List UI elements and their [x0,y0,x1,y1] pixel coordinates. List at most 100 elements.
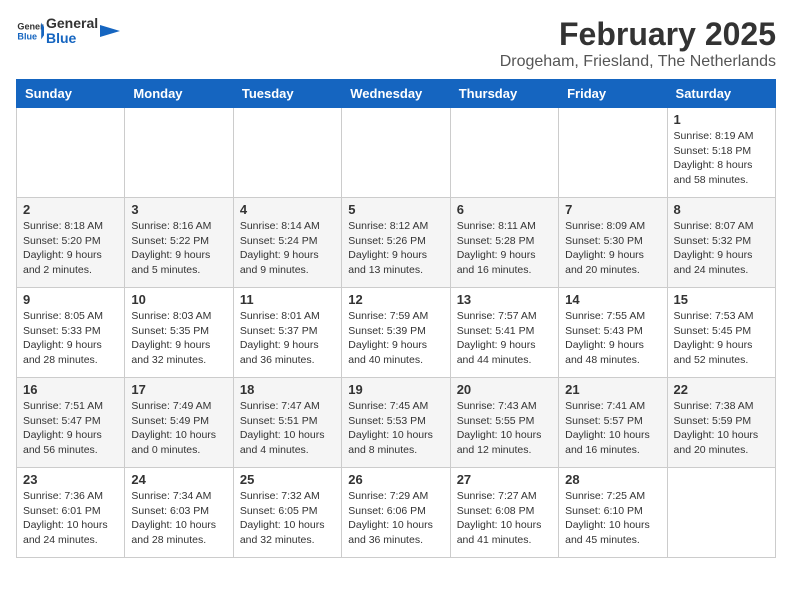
weekday-header-friday: Friday [559,80,667,108]
calendar-cell: 18 Sunrise: 7:47 AM Sunset: 5:51 PM Dayli… [233,378,341,468]
calendar-cell: 25 Sunrise: 7:32 AM Sunset: 6:05 PM Dayli… [233,468,341,558]
calendar-cell: 22Sunrise: 7:38 AM Sunset: 5:59 PM Dayli… [667,378,775,468]
day-info: Sunrise: 8:03 AM Sunset: 5:35 PM Dayligh… [131,309,226,368]
week-row-5: 23 Sunrise: 7:36 AM Sunset: 6:01 PM Dayli… [17,468,776,558]
calendar-cell: 27 Sunrise: 7:27 AM Sunset: 6:08 PM Dayli… [450,468,558,558]
calendar-cell: 7 Sunrise: 8:09 AM Sunset: 5:30 PM Daylig… [559,198,667,288]
day-info: Sunrise: 7:38 AM Sunset: 5:59 PM Dayligh… [674,399,769,458]
day-number: 14 [565,292,660,307]
day-number: 18 [240,382,335,397]
calendar-cell: 4Sunrise: 8:14 AM Sunset: 5:24 PM Daylig… [233,198,341,288]
weekday-header-thursday: Thursday [450,80,558,108]
day-info: Sunrise: 7:29 AM Sunset: 6:06 PM Dayligh… [348,489,443,548]
day-info: Sunrise: 8:14 AM Sunset: 5:24 PM Dayligh… [240,219,335,278]
svg-text:Blue: Blue [17,32,37,42]
calendar-cell [342,108,450,198]
calendar-cell: 23 Sunrise: 7:36 AM Sunset: 6:01 PM Dayli… [17,468,125,558]
svg-text:General: General [17,22,44,32]
day-info: Sunrise: 7:45 AM Sunset: 5:53 PM Dayligh… [348,399,443,458]
day-info: Sunrise: 7:34 AM Sunset: 6:03 PM Dayligh… [131,489,226,548]
day-info: Sunrise: 7:57 AM Sunset: 5:41 PM Dayligh… [457,309,552,368]
day-info: Sunrise: 8:05 AM Sunset: 5:33 PM Dayligh… [23,309,118,368]
day-info: Sunrise: 7:32 AM Sunset: 6:05 PM Dayligh… [240,489,335,548]
day-info: Sunrise: 7:53 AM Sunset: 5:45 PM Dayligh… [674,309,769,368]
week-row-1: 1Sunrise: 8:19 AM Sunset: 5:18 PM Daylig… [17,108,776,198]
logo-icon: General Blue [16,17,44,45]
day-info: Sunrise: 7:25 AM Sunset: 6:10 PM Dayligh… [565,489,660,548]
calendar-table: SundayMondayTuesdayWednesdayThursdayFrid… [16,79,776,558]
week-row-3: 9 Sunrise: 8:05 AM Sunset: 5:33 PM Daylig… [17,288,776,378]
day-number: 2 [23,202,118,217]
title-block: February 2025 Drogeham, Friesland, The N… [500,16,776,71]
month-year-title: February 2025 [500,16,776,53]
calendar-cell: 1Sunrise: 8:19 AM Sunset: 5:18 PM Daylig… [667,108,775,198]
day-number: 8 [674,202,769,217]
week-row-2: 2 Sunrise: 8:18 AM Sunset: 5:20 PM Daylig… [17,198,776,288]
calendar-cell: 26 Sunrise: 7:29 AM Sunset: 6:06 PM Dayli… [342,468,450,558]
calendar-cell [125,108,233,198]
day-number: 3 [131,202,226,217]
day-number: 11 [240,292,335,307]
day-info: Sunrise: 7:41 AM Sunset: 5:57 PM Dayligh… [565,399,660,458]
day-number: 25 [240,472,335,487]
calendar-cell: 19 Sunrise: 7:45 AM Sunset: 5:53 PM Dayli… [342,378,450,468]
location-subtitle: Drogeham, Friesland, The Netherlands [500,53,776,71]
weekday-header-monday: Monday [125,80,233,108]
calendar-cell: 21 Sunrise: 7:41 AM Sunset: 5:57 PM Dayli… [559,378,667,468]
calendar-cell: 14 Sunrise: 7:55 AM Sunset: 5:43 PM Dayli… [559,288,667,378]
day-number: 15 [674,292,769,307]
day-info: Sunrise: 7:59 AM Sunset: 5:39 PM Dayligh… [348,309,443,368]
day-number: 26 [348,472,443,487]
day-number: 7 [565,202,660,217]
day-info: Sunrise: 7:43 AM Sunset: 5:55 PM Dayligh… [457,399,552,458]
calendar-cell: 24 Sunrise: 7:34 AM Sunset: 6:03 PM Dayli… [125,468,233,558]
calendar-cell [450,108,558,198]
week-row-4: 16 Sunrise: 7:51 AM Sunset: 5:47 PM Dayli… [17,378,776,468]
weekday-header-saturday: Saturday [667,80,775,108]
logo: General Blue General Blue [16,16,120,47]
day-number: 19 [348,382,443,397]
calendar-cell [17,108,125,198]
day-number: 21 [565,382,660,397]
day-number: 28 [565,472,660,487]
calendar-cell: 5 Sunrise: 8:12 AM Sunset: 5:26 PM Daylig… [342,198,450,288]
calendar-cell [667,468,775,558]
day-info: Sunrise: 8:18 AM Sunset: 5:20 PM Dayligh… [23,219,118,278]
calendar-cell: 2 Sunrise: 8:18 AM Sunset: 5:20 PM Daylig… [17,198,125,288]
calendar-cell: 8Sunrise: 8:07 AM Sunset: 5:32 PM Daylig… [667,198,775,288]
day-info: Sunrise: 8:11 AM Sunset: 5:28 PM Dayligh… [457,219,552,278]
day-number: 13 [457,292,552,307]
day-number: 23 [23,472,118,487]
weekday-header-tuesday: Tuesday [233,80,341,108]
day-info: Sunrise: 7:36 AM Sunset: 6:01 PM Dayligh… [23,489,118,548]
calendar-cell: 17 Sunrise: 7:49 AM Sunset: 5:49 PM Dayli… [125,378,233,468]
calendar-cell: 3Sunrise: 8:16 AM Sunset: 5:22 PM Daylig… [125,198,233,288]
weekday-header-row: SundayMondayTuesdayWednesdayThursdayFrid… [17,80,776,108]
day-info: Sunrise: 7:49 AM Sunset: 5:49 PM Dayligh… [131,399,226,458]
day-number: 16 [23,382,118,397]
weekday-header-wednesday: Wednesday [342,80,450,108]
day-info: Sunrise: 8:12 AM Sunset: 5:26 PM Dayligh… [348,219,443,278]
day-number: 17 [131,382,226,397]
page-header: General Blue General Blue February 2025 … [16,16,776,71]
day-info: Sunrise: 7:27 AM Sunset: 6:08 PM Dayligh… [457,489,552,548]
day-info: Sunrise: 7:47 AM Sunset: 5:51 PM Dayligh… [240,399,335,458]
day-number: 9 [23,292,118,307]
day-info: Sunrise: 8:09 AM Sunset: 5:30 PM Dayligh… [565,219,660,278]
calendar-cell [233,108,341,198]
day-info: Sunrise: 7:55 AM Sunset: 5:43 PM Dayligh… [565,309,660,368]
calendar-cell [559,108,667,198]
calendar-cell: 13 Sunrise: 7:57 AM Sunset: 5:41 PM Dayli… [450,288,558,378]
day-info: Sunrise: 8:19 AM Sunset: 5:18 PM Dayligh… [674,129,769,188]
day-number: 5 [348,202,443,217]
calendar-cell: 6 Sunrise: 8:11 AM Sunset: 5:28 PM Daylig… [450,198,558,288]
day-number: 24 [131,472,226,487]
day-number: 6 [457,202,552,217]
calendar-cell: 16 Sunrise: 7:51 AM Sunset: 5:47 PM Dayli… [17,378,125,468]
day-info: Sunrise: 8:01 AM Sunset: 5:37 PM Dayligh… [240,309,335,368]
day-number: 12 [348,292,443,307]
day-number: 27 [457,472,552,487]
day-info: Sunrise: 7:51 AM Sunset: 5:47 PM Dayligh… [23,399,118,458]
logo-arrow-icon [100,21,120,41]
weekday-header-sunday: Sunday [17,80,125,108]
